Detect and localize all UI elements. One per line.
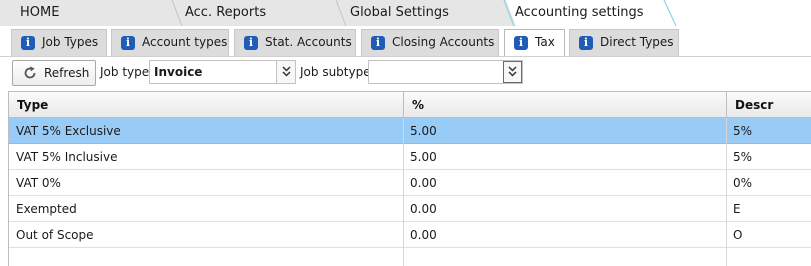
cell-type: VAT 0% xyxy=(16,176,61,190)
cell-percent: 0.00 xyxy=(410,176,437,190)
breadcrumb-home-label: HOME xyxy=(20,5,60,20)
info-icon: i xyxy=(121,36,135,50)
cell-percent: 5.00 xyxy=(410,150,437,164)
cell-percent: 0.00 xyxy=(410,228,437,242)
cell-type: VAT 5% Exclusive xyxy=(16,124,121,138)
breadcrumb-global-settings[interactable]: Global Settings xyxy=(336,0,506,26)
info-icon: i xyxy=(21,36,35,50)
tab-label: Job Types xyxy=(42,35,99,49)
column-header-type[interactable]: Type xyxy=(9,92,403,118)
cell-descr: O xyxy=(733,228,743,242)
refresh-icon xyxy=(24,66,36,79)
breadcrumb-global-settings-label: Global Settings xyxy=(350,5,449,20)
breadcrumb-acc-reports[interactable]: Acc. Reports xyxy=(170,0,345,26)
job-type-dropdown-button[interactable] xyxy=(276,61,295,83)
tab-label: Account types xyxy=(142,35,228,49)
info-icon: i xyxy=(244,36,258,50)
empty-row xyxy=(9,248,811,266)
column-divider xyxy=(726,118,727,266)
tab-job-types[interactable]: i Job Types xyxy=(11,29,107,56)
column-header-label: % xyxy=(412,98,425,112)
breadcrumb-home[interactable]: HOME xyxy=(0,0,180,26)
table-row[interactable]: VAT 5% Inclusive 5.00 5% xyxy=(9,144,811,170)
breadcrumb-acc-reports-label: Acc. Reports xyxy=(185,5,267,20)
job-type-select[interactable]: Invoice xyxy=(149,60,296,84)
tab-label: Stat. Accounts xyxy=(265,35,352,49)
cell-descr: 5% xyxy=(733,150,753,164)
refresh-button[interactable]: Refresh xyxy=(12,60,96,86)
info-icon: i xyxy=(514,36,528,50)
cell-type: VAT 5% Inclusive xyxy=(16,150,118,164)
cell-percent: 5.00 xyxy=(410,124,437,138)
breadcrumb-active-edge xyxy=(663,0,677,26)
tax-grid: Type % Descr VAT 5% Exclusive 5.00 5% VA… xyxy=(8,91,811,266)
refresh-label: Refresh xyxy=(44,66,90,80)
table-row[interactable]: Exempted 0.00 E xyxy=(9,196,811,222)
cell-descr: 0% xyxy=(733,176,753,190)
tab-label: Direct Types xyxy=(600,35,674,49)
column-header-descr[interactable]: Descr xyxy=(727,92,811,118)
cell-type: Exempted xyxy=(16,202,77,216)
column-header-label: Type xyxy=(17,98,49,112)
tab-tax[interactable]: i Tax xyxy=(504,29,565,57)
job-type-label: Job type xyxy=(100,65,150,79)
table-row[interactable]: Out of Scope 0.00 O xyxy=(9,222,811,248)
tab-stat-accounts[interactable]: i Stat. Accounts xyxy=(234,29,356,56)
cell-type: Out of Scope xyxy=(16,228,94,242)
column-divider xyxy=(726,92,727,118)
breadcrumb: HOME Acc. Reports Global Settings Accoun… xyxy=(0,0,811,26)
tab-account-types[interactable]: i Account types xyxy=(111,29,229,56)
job-subtype-label: Job subtype xyxy=(300,65,371,79)
double-chevron-down-icon xyxy=(282,66,291,77)
grid-header: Type % Descr xyxy=(9,92,811,118)
info-icon: i xyxy=(579,36,593,50)
cell-descr: 5% xyxy=(733,124,753,138)
column-divider xyxy=(403,92,404,118)
breadcrumb-accounting-settings[interactable]: Accounting settings xyxy=(500,0,680,26)
filter-toolbar: Refresh Job type Invoice Job subtype xyxy=(0,56,811,90)
job-subtype-select[interactable] xyxy=(368,60,523,84)
tab-label: Tax xyxy=(535,35,555,49)
table-row[interactable]: VAT 5% Exclusive 5.00 5% xyxy=(9,118,811,144)
job-type-value: Invoice xyxy=(154,65,203,79)
tab-closing-accounts[interactable]: i Closing Accounts xyxy=(361,29,499,56)
column-header-label: Descr xyxy=(735,98,774,112)
tab-direct-types[interactable]: i Direct Types xyxy=(569,29,679,56)
column-divider xyxy=(403,118,404,266)
table-row[interactable]: VAT 0% 0.00 0% xyxy=(9,170,811,196)
column-header-percent[interactable]: % xyxy=(404,92,726,118)
double-chevron-down-icon xyxy=(508,66,517,77)
breadcrumb-accounting-settings-label: Accounting settings xyxy=(515,5,644,20)
info-icon: i xyxy=(371,36,385,50)
cell-descr: E xyxy=(733,202,741,216)
settings-tabs: i Job Types i Account types i Stat. Acco… xyxy=(0,26,811,57)
cell-percent: 0.00 xyxy=(410,202,437,216)
tab-label: Closing Accounts xyxy=(392,35,495,49)
job-subtype-dropdown-button[interactable] xyxy=(503,61,522,83)
